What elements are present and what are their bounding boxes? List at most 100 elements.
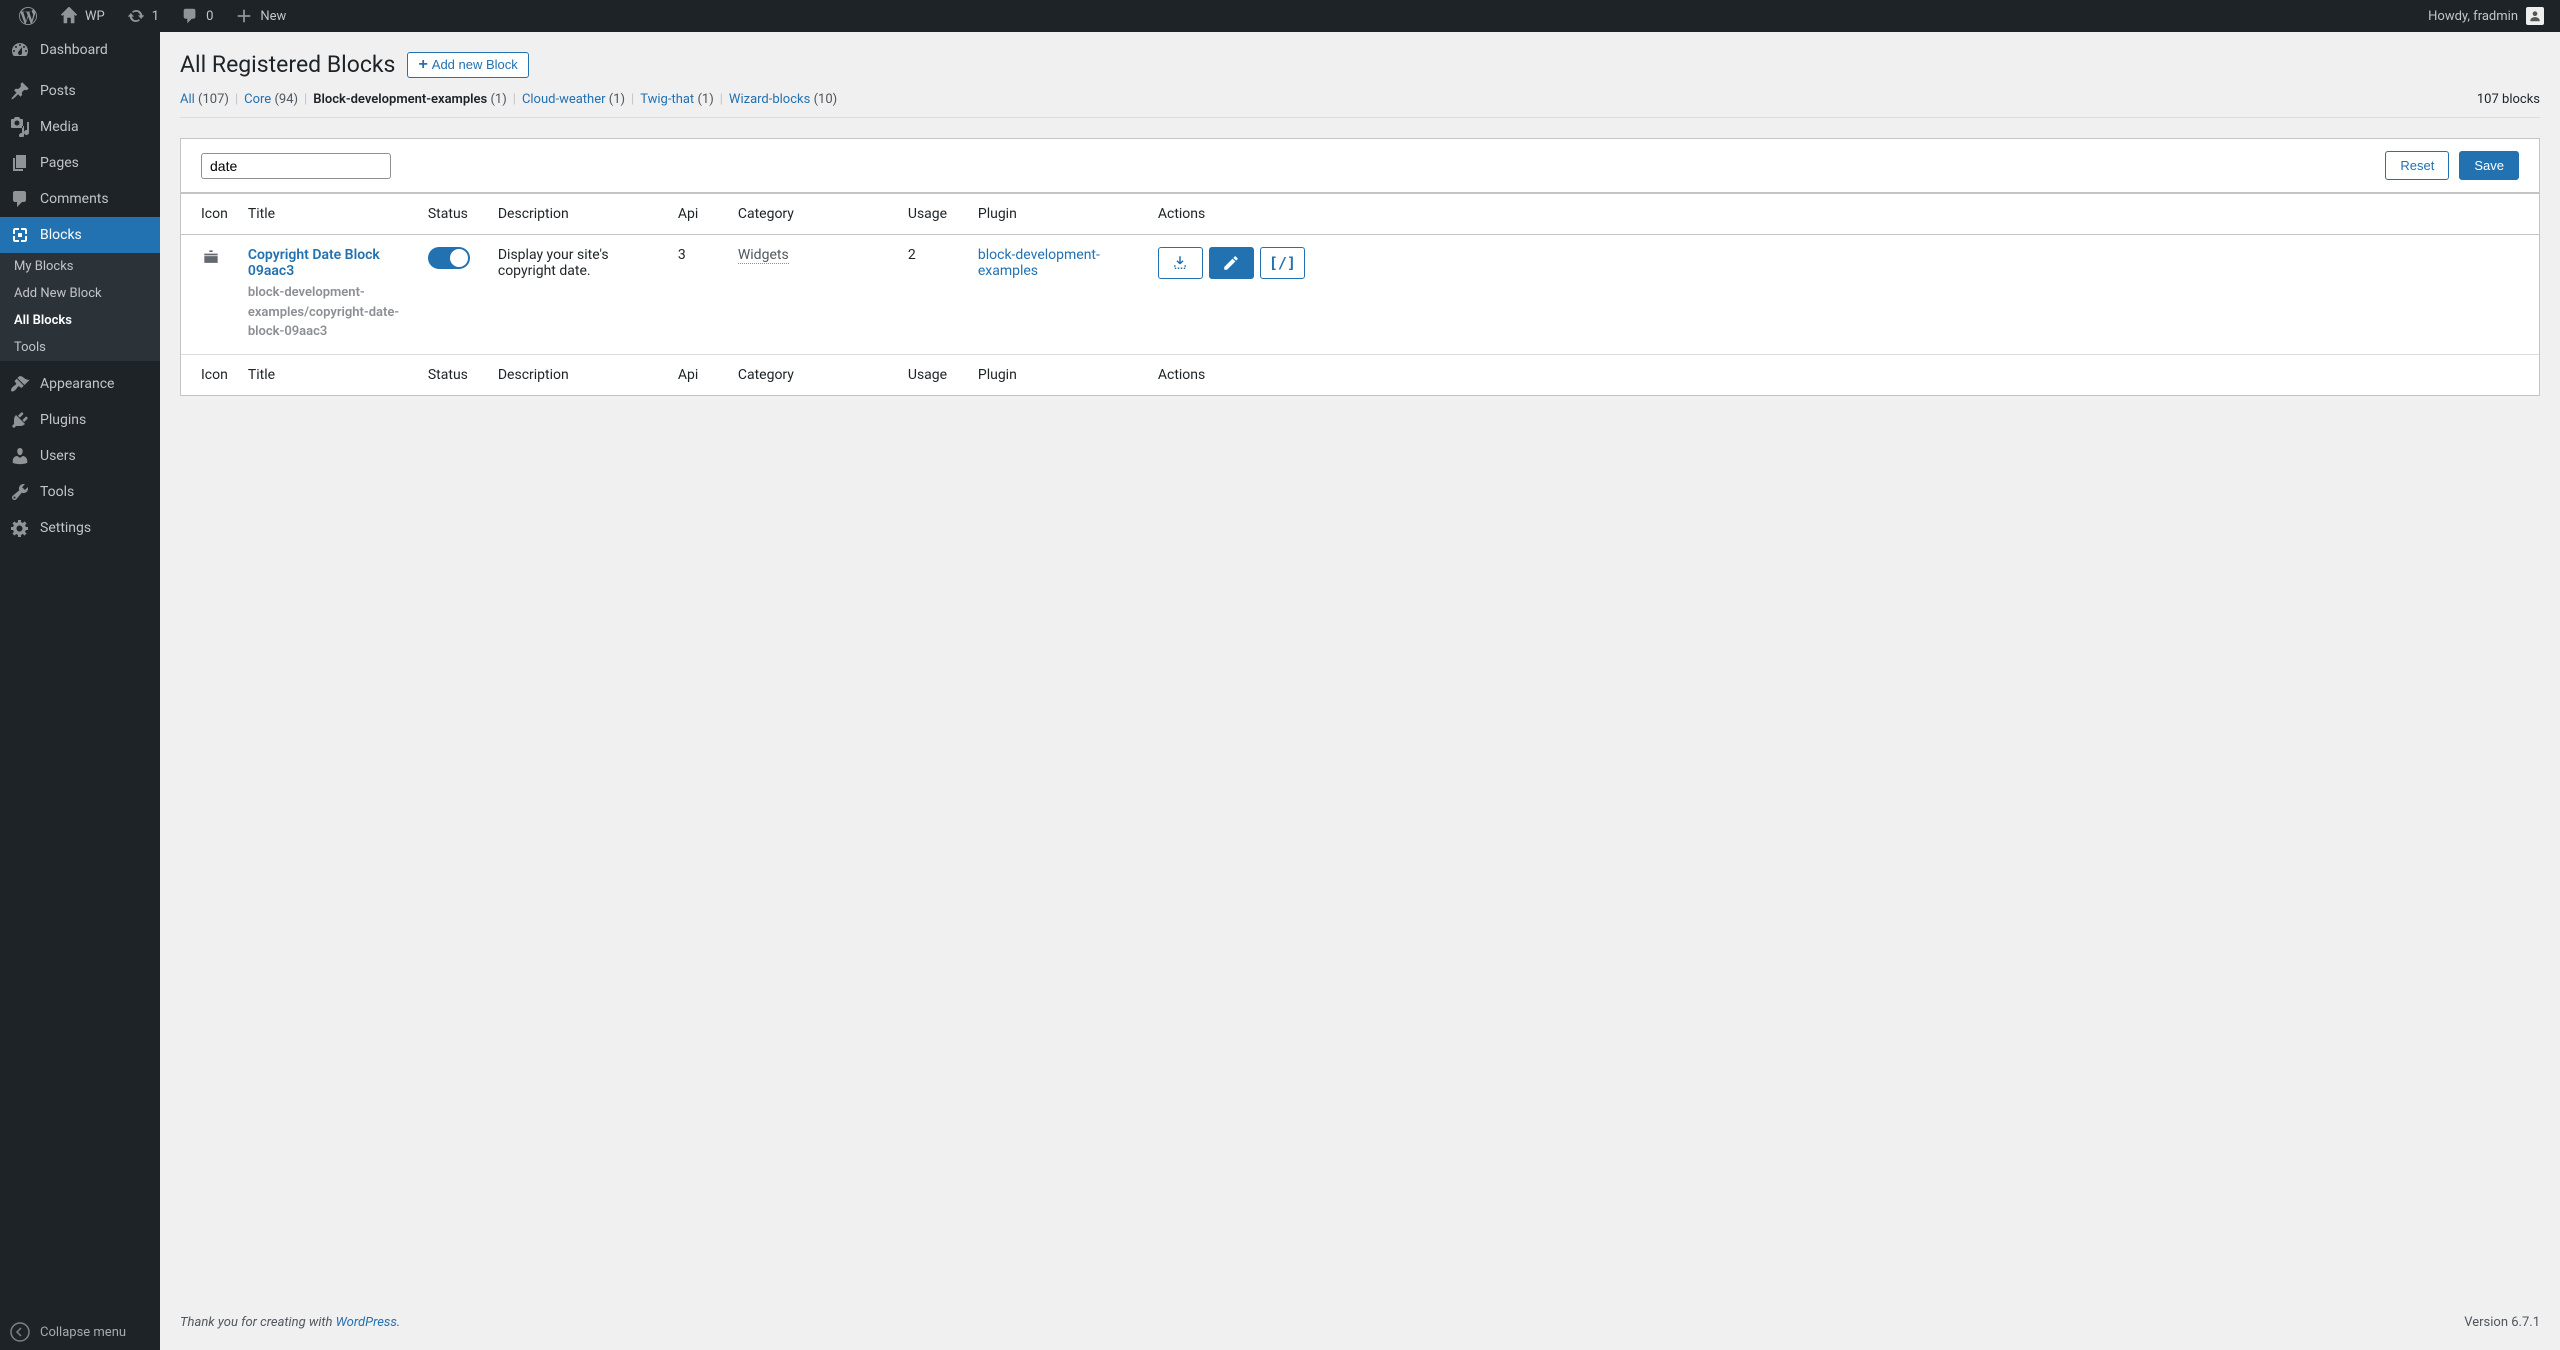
cell-actions: [/] xyxy=(1148,235,2539,355)
page-header: All Registered Blocks + Add new Block xyxy=(180,42,2540,82)
filter-cloud-weather[interactable]: Cloud-weather xyxy=(522,92,606,107)
filter-all[interactable]: All xyxy=(180,92,195,107)
tf-category[interactable]: Category xyxy=(728,354,898,395)
sidebar-item-label: Settings xyxy=(40,520,91,536)
filter-tabs: All (107) | Core (94) | Block-developmen… xyxy=(180,82,2540,118)
wordpress-link[interactable]: WordPress xyxy=(336,1315,397,1330)
wordpress-icon xyxy=(18,6,38,26)
pencil-icon xyxy=(1222,254,1240,272)
footer-thanks: Thank you for creating with WordPress. xyxy=(180,1315,400,1330)
site-menu[interactable]: WP xyxy=(51,0,113,32)
code-action-button[interactable]: [/] xyxy=(1260,247,1305,279)
comments-count: 0 xyxy=(206,9,213,24)
briefcase-icon xyxy=(201,247,228,267)
tf-status[interactable]: Status xyxy=(418,354,488,395)
tf-actions: Actions xyxy=(1148,354,2539,395)
th-usage[interactable]: Usage xyxy=(898,194,968,235)
collapse-label: Collapse menu xyxy=(40,1325,126,1340)
table-row: Copyright Date Block 09aac3 block-develo… xyxy=(181,235,2539,355)
users-icon xyxy=(10,446,30,466)
dashboard-icon xyxy=(10,40,30,60)
edit-action-button[interactable] xyxy=(1209,247,1254,279)
block-title-link[interactable]: Copyright Date Block 09aac3 xyxy=(248,247,408,279)
wp-logo-menu[interactable] xyxy=(10,0,46,32)
sidebar-item-plugins[interactable]: Plugins xyxy=(0,402,160,438)
block-slug: block-development-examples/copyright-dat… xyxy=(248,283,408,342)
th-category[interactable]: Category xyxy=(728,194,898,235)
main-content: All Registered Blocks + Add new Block Al… xyxy=(160,32,2560,1350)
tf-plugin[interactable]: Plugin xyxy=(968,354,1148,395)
th-title[interactable]: Title xyxy=(238,194,418,235)
sidebar-item-label: Dashboard xyxy=(40,42,108,58)
code-icon: [/] xyxy=(1269,254,1296,272)
th-plugin[interactable]: Plugin xyxy=(968,194,1148,235)
blocks-submenu: My Blocks Add New Block All Blocks Tools xyxy=(0,253,160,361)
howdy-text: Howdy, fradmin xyxy=(2428,9,2518,24)
new-content-menu[interactable]: New xyxy=(226,0,294,32)
filter-block-dev-examples[interactable]: Block-development-examples xyxy=(313,92,487,107)
sidebar-item-label: Plugins xyxy=(40,412,86,428)
avatar xyxy=(2526,7,2544,25)
plugin-link[interactable]: block-development-examples xyxy=(978,247,1100,279)
updates-count: 1 xyxy=(152,9,159,24)
status-toggle[interactable] xyxy=(428,247,470,269)
sidebar-item-users[interactable]: Users xyxy=(0,438,160,474)
tf-description[interactable]: Description xyxy=(488,354,668,395)
comments-icon xyxy=(10,189,30,209)
tf-usage[interactable]: Usage xyxy=(898,354,968,395)
sidebar-item-label: Blocks xyxy=(40,227,82,243)
settings-icon xyxy=(10,518,30,538)
home-icon xyxy=(59,6,79,26)
submenu-tools[interactable]: Tools xyxy=(0,334,160,361)
submenu-all-blocks[interactable]: All Blocks xyxy=(0,307,160,334)
sidebar-item-appearance[interactable]: Appearance xyxy=(0,366,160,402)
collapse-menu[interactable]: Collapse menu xyxy=(0,1314,160,1350)
download-action-button[interactable] xyxy=(1158,247,1203,279)
add-new-block-button[interactable]: + Add new Block xyxy=(407,52,528,78)
th-api[interactable]: Api xyxy=(668,194,728,235)
sidebar-item-label: Appearance xyxy=(40,376,114,392)
collapse-icon xyxy=(10,1322,30,1342)
submenu-add-new-block[interactable]: Add New Block xyxy=(0,280,160,307)
th-description[interactable]: Description xyxy=(488,194,668,235)
sidebar-item-label: Posts xyxy=(40,83,76,99)
sidebar-item-label: Users xyxy=(40,448,76,464)
cell-icon xyxy=(181,235,238,355)
updates-menu[interactable]: 1 xyxy=(118,0,167,32)
filter-wizard-blocks[interactable]: Wizard-blocks xyxy=(729,92,810,107)
sidebar-item-tools[interactable]: Tools xyxy=(0,474,160,510)
cell-plugin: block-development-examples xyxy=(968,235,1148,355)
tf-title[interactable]: Title xyxy=(238,354,418,395)
cell-title: Copyright Date Block 09aac3 block-develo… xyxy=(238,235,418,355)
save-button[interactable]: Save xyxy=(2459,151,2519,180)
sidebar-item-comments[interactable]: Comments xyxy=(0,181,160,217)
filter-count: (1) xyxy=(609,92,625,107)
sidebar-item-posts[interactable]: Posts xyxy=(0,73,160,109)
table-header-row: Icon Title Status Description Api Catego… xyxy=(181,194,2539,235)
comments-menu[interactable]: 0 xyxy=(172,0,221,32)
filter-count: (1) xyxy=(490,92,506,107)
search-input[interactable] xyxy=(201,153,391,179)
page-title: All Registered Blocks xyxy=(180,51,395,78)
tf-api[interactable]: Api xyxy=(668,354,728,395)
filter-twig-that[interactable]: Twig-that xyxy=(640,92,694,107)
reset-button[interactable]: Reset xyxy=(2385,151,2449,180)
sidebar-item-blocks[interactable]: Blocks xyxy=(0,217,160,253)
th-status[interactable]: Status xyxy=(418,194,488,235)
cell-api: 3 xyxy=(668,235,728,355)
submenu-my-blocks[interactable]: My Blocks xyxy=(0,253,160,280)
filter-core[interactable]: Core xyxy=(244,92,271,107)
plugins-icon xyxy=(10,410,30,430)
sidebar-item-dashboard[interactable]: Dashboard xyxy=(0,32,160,68)
sidebar-item-settings[interactable]: Settings xyxy=(0,510,160,546)
sidebar-item-label: Media xyxy=(40,119,79,135)
footer-version: Version 6.7.1 xyxy=(2464,1315,2540,1330)
comment-icon xyxy=(180,6,200,26)
blocks-table-card: Reset Save Icon Title Status Description… xyxy=(180,138,2540,396)
media-icon xyxy=(10,117,30,137)
sidebar-item-label: Tools xyxy=(40,484,74,500)
my-account-menu[interactable]: Howdy, fradmin xyxy=(2422,7,2550,25)
sidebar-item-media[interactable]: Media xyxy=(0,109,160,145)
sidebar-item-pages[interactable]: Pages xyxy=(0,145,160,181)
tools-icon xyxy=(10,482,30,502)
